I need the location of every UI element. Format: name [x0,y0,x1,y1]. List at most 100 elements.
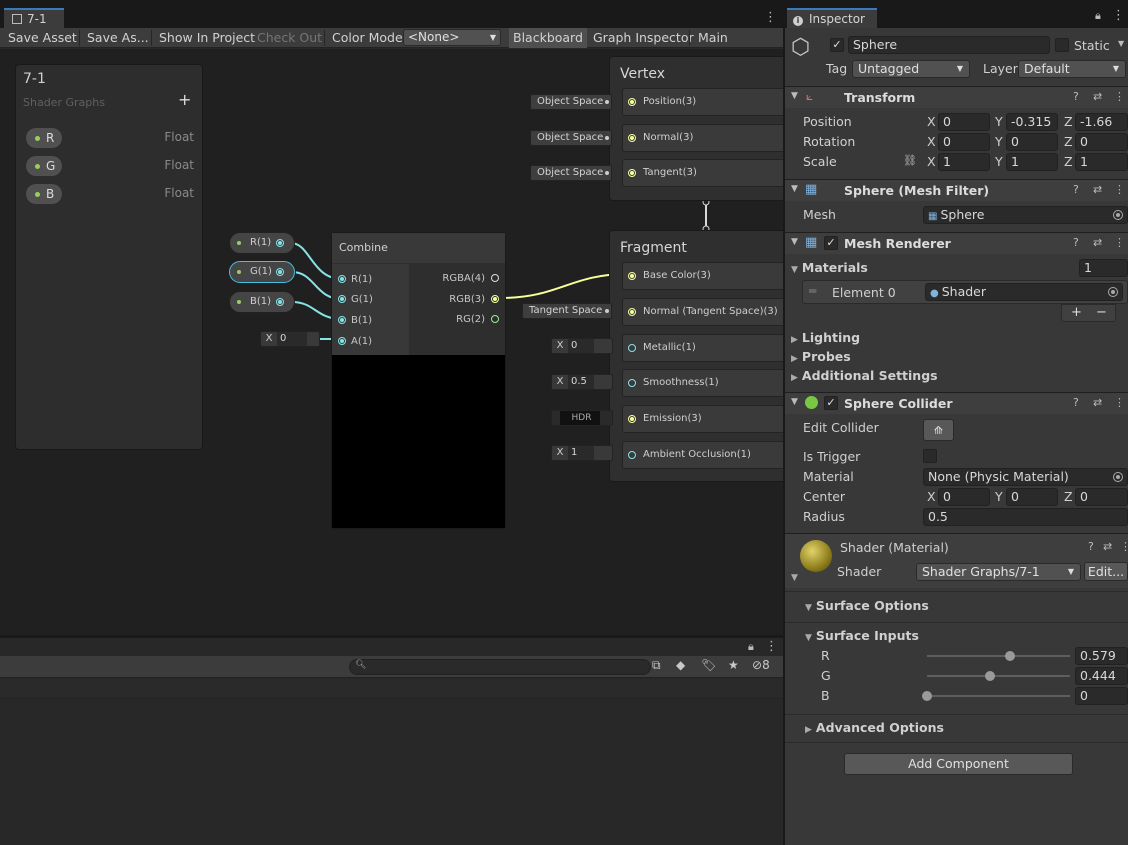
fragment-slot-normal[interactable]: Normal (Tangent Space)(3) [622,298,783,326]
panel-menu-icon[interactable]: ⋮ [765,639,778,654]
fragment-slot-base-color[interactable]: Base Color(3) [622,262,783,290]
smoothness-field[interactable]: X 0.5 [551,374,613,390]
help-icon[interactable]: ? [1073,236,1079,249]
static-checkbox[interactable] [1055,38,1069,52]
object-space-pill-position[interactable]: Object Space [530,94,612,110]
label-icon[interactable]: 🏷︎ [701,658,716,672]
mesh-renderer-enabled-checkbox[interactable]: ✓ [824,236,838,250]
drag-handle-icon[interactable]: ═ [809,284,816,298]
hdr-swatch[interactable]: HDR [560,411,600,425]
layer-dropdown[interactable]: Default ▼ [1018,60,1126,78]
fold-arrow-icon[interactable]: ▼ [791,184,798,194]
mesh-filter-header[interactable]: ▼ ▦ Sphere (Mesh Filter) ? ⇄ ⋮ [785,179,1128,201]
help-icon[interactable]: ? [1073,183,1079,196]
presets-icon[interactable]: ⇄ [1093,183,1102,196]
save-as-button[interactable]: Save As... [83,28,153,48]
material-header[interactable]: Shader (Material) ? ⇄ ⋮ Shader Shader Gr… [785,533,1128,588]
blackboard-property-b[interactable]: B Float [26,183,196,205]
center-y-field[interactable]: 0 [1006,488,1058,506]
vertex-slot-tangent[interactable]: Tangent(3) [622,159,783,187]
main-preview-toggle[interactable]: Main Preview [694,28,783,65]
output-port-rgb[interactable]: RGB(3) [449,294,499,305]
position-x-field[interactable]: 0 [938,113,990,131]
combine-node[interactable]: Combine R(1) G(1) B(1) A(1) RGBA(4) RGB(… [331,232,506,529]
fold-arrow-icon[interactable]: ▼ [791,573,798,583]
mesh-renderer-header[interactable]: ▼ ▦ ✓ Mesh Renderer ? ⇄ ⋮ [785,232,1128,254]
vertex-block[interactable]: Vertex Position(3) Normal(3) Tangent(3) [609,56,783,201]
object-space-pill-tangent[interactable]: Object Space [530,165,612,181]
edit-shader-button[interactable]: Edit... [1084,562,1128,581]
add-property-button[interactable]: + [178,90,191,109]
field-value[interactable]: 1 [568,446,594,460]
add-component-button[interactable]: Add Component [844,753,1073,775]
scale-x-field[interactable]: 1 [938,153,990,171]
property-pill[interactable]: G [26,156,62,176]
fragment-slot-metallic[interactable]: Metallic(1) [622,334,783,362]
check-out-button[interactable]: Check Out [253,28,326,48]
shader-graph-tab[interactable]: 7-1 [4,8,64,28]
position-z-field[interactable]: -1.66 [1075,113,1128,131]
static-dropdown-arrow-icon[interactable]: ▼ [1118,39,1124,48]
presets-icon[interactable]: ⇄ [1093,236,1102,249]
lock-icon[interactable]: 🔒︎ [748,640,754,654]
input-port-g[interactable]: G(1) [338,294,373,305]
fragment-block[interactable]: Fragment Base Color(3) Normal (Tangent S… [609,230,783,482]
output-port[interactable] [276,268,284,276]
input-r-field[interactable]: 0.579 [1075,647,1128,665]
help-icon[interactable]: ? [1073,396,1079,409]
component-menu-icon[interactable]: ⋮ [1120,540,1128,553]
search-input[interactable]: 🔍︎ [349,659,651,675]
tag-dropdown[interactable]: Untagged ▼ [852,60,970,78]
element-material-field[interactable]: ● Shader [925,283,1123,301]
input-r-slider-track[interactable] [927,655,1070,657]
input-port-b[interactable]: B(1) [338,315,372,326]
object-picker-icon[interactable] [1113,472,1123,482]
surface-inputs-foldout[interactable]: ▼ Surface Inputs [805,628,919,643]
is-trigger-checkbox[interactable] [923,449,937,463]
blackboard-property-r[interactable]: R Float [26,127,196,149]
ambient-occlusion-field[interactable]: X1 [551,445,613,461]
graph-canvas[interactable]: 7-1 Shader Graphs + R Float G Float B Fl… [0,49,783,635]
vertex-slot-position[interactable]: Position(3) [622,88,783,116]
save-asset-button[interactable]: Save Asset [4,28,81,48]
presets-icon[interactable]: ⇄ [1093,396,1102,409]
emission-field[interactable]: HDR [551,410,613,426]
mesh-object-field[interactable]: ▦ Sphere [923,206,1128,224]
advanced-options-foldout[interactable]: ▶ Advanced Options [805,720,944,735]
help-icon[interactable]: ? [1073,90,1079,103]
input-b-slider-thumb[interactable] [922,691,932,701]
favorites-star-icon[interactable]: ★ [728,658,739,672]
blackboard-property-g[interactable]: G Float [26,155,196,177]
fold-arrow-icon[interactable]: ▼ [791,237,798,247]
property-node-b[interactable]: B(1) [229,291,295,313]
lock-icon[interactable]: 🔒︎ [1095,9,1101,23]
fragment-slot-emission[interactable]: Emission(3) [622,405,783,433]
materials-count-field[interactable]: 1 [1079,259,1128,277]
probes-foldout[interactable]: ▶ Probes [791,349,851,364]
rotation-z-field[interactable]: 0 [1075,133,1128,151]
input-b-field[interactable]: 0 [1075,687,1128,705]
input-port-r[interactable]: R(1) [338,274,372,285]
component-menu-icon[interactable]: ⋮ [1114,396,1125,409]
show-in-project-button[interactable]: Show In Project [155,28,259,48]
sphere-collider-header[interactable]: ▼ ✓ Sphere Collider ? ⇄ ⋮ [785,392,1128,414]
property-pill[interactable]: R [26,128,62,148]
metallic-field[interactable]: X0 [551,338,613,354]
input-port-a[interactable]: A(1) [338,336,372,347]
lighting-foldout[interactable]: ▶ Lighting [791,330,860,345]
combine-a-field[interactable]: X0 [260,331,320,347]
position-y-field[interactable]: -0.315 [1006,113,1058,131]
hidden-packages-icon[interactable]: ⊘8 [752,658,770,672]
vertex-slot-normal[interactable]: Normal(3) [622,124,783,152]
tangent-space-pill[interactable]: Tangent Space [522,303,612,319]
component-menu-icon[interactable]: ⋮ [1114,236,1125,249]
property-pill[interactable]: B [26,184,62,204]
presets-icon[interactable]: ⇄ [1103,540,1112,553]
help-icon[interactable]: ? [1088,540,1094,553]
fragment-slot-ambient-occlusion[interactable]: Ambient Occlusion(1) [622,441,783,469]
center-z-field[interactable]: 0 [1075,488,1128,506]
inspector-tab[interactable]: i Inspector [787,8,877,28]
sphere-collider-enabled-checkbox[interactable]: ✓ [824,396,838,410]
inspector-menu-icon[interactable]: ⋮ [1112,8,1125,23]
output-port[interactable] [276,239,284,247]
